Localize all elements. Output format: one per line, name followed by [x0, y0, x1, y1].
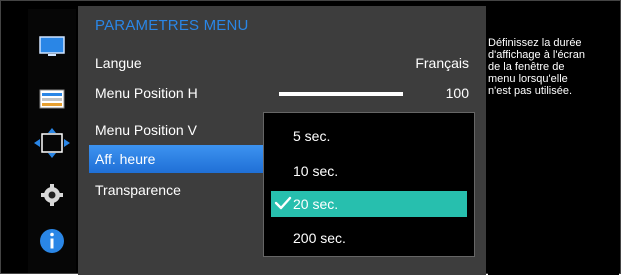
menu-item-value: Français — [415, 55, 469, 71]
monitor-icon[interactable] — [38, 33, 66, 61]
help-line: d'affichage à l'écran — [488, 49, 585, 61]
menu-item-label: Menu Position V — [95, 122, 197, 138]
dropdown-option-selected[interactable]: 20 sec. — [271, 191, 467, 217]
help-line: de la fenêtre de — [488, 61, 565, 73]
osd-window: PARAMETRES MENU Langue Français Menu Pos… — [0, 0, 621, 275]
color-icon[interactable] — [38, 85, 66, 113]
help-line: menu lorsqu'elle — [488, 73, 568, 85]
option-label: 5 sec. — [293, 128, 331, 144]
menu-item-label: Aff. heure — [95, 151, 156, 167]
option-label: 200 sec. — [293, 230, 346, 246]
menu-item-aff-heure[interactable]: Aff. heure — [89, 145, 279, 173]
help-text: Définissez la durée d'affichage à l'écra… — [488, 37, 608, 97]
menu-item-menu-position-h[interactable]: Menu Position H 100 — [78, 79, 486, 107]
dropdown-option[interactable]: 10 sec. — [271, 158, 467, 184]
option-label: 10 sec. — [293, 163, 339, 179]
menu-item-value: 100 — [445, 85, 469, 101]
settings-icon[interactable] — [38, 181, 66, 209]
menu-item-langue[interactable]: Langue Français — [78, 49, 486, 77]
dropdown-option[interactable]: 5 sec. — [271, 123, 467, 149]
menu-item-label: Menu Position H — [95, 85, 198, 101]
help-line: n'est pas utilisée. — [488, 85, 573, 97]
size-position-icon[interactable] — [32, 128, 72, 158]
menu-title: PARAMETRES MENU — [95, 17, 249, 34]
timeout-dropdown: 5 sec. 10 sec. 20 sec. 200 sec. — [263, 112, 475, 257]
dropdown-option[interactable]: 200 sec. — [271, 225, 467, 251]
sidebar — [28, 9, 76, 273]
menu-item-label: Transparence — [95, 182, 181, 198]
option-label: 20 sec. — [293, 196, 339, 212]
help-line: Définissez la durée — [488, 37, 582, 49]
menu-item-label: Langue — [95, 55, 142, 71]
info-icon[interactable] — [38, 227, 66, 255]
help-panel: Définissez la durée d'affichage à l'écra… — [488, 6, 619, 275]
position-h-slider[interactable] — [279, 92, 403, 96]
checkmark-icon — [274, 196, 292, 210]
